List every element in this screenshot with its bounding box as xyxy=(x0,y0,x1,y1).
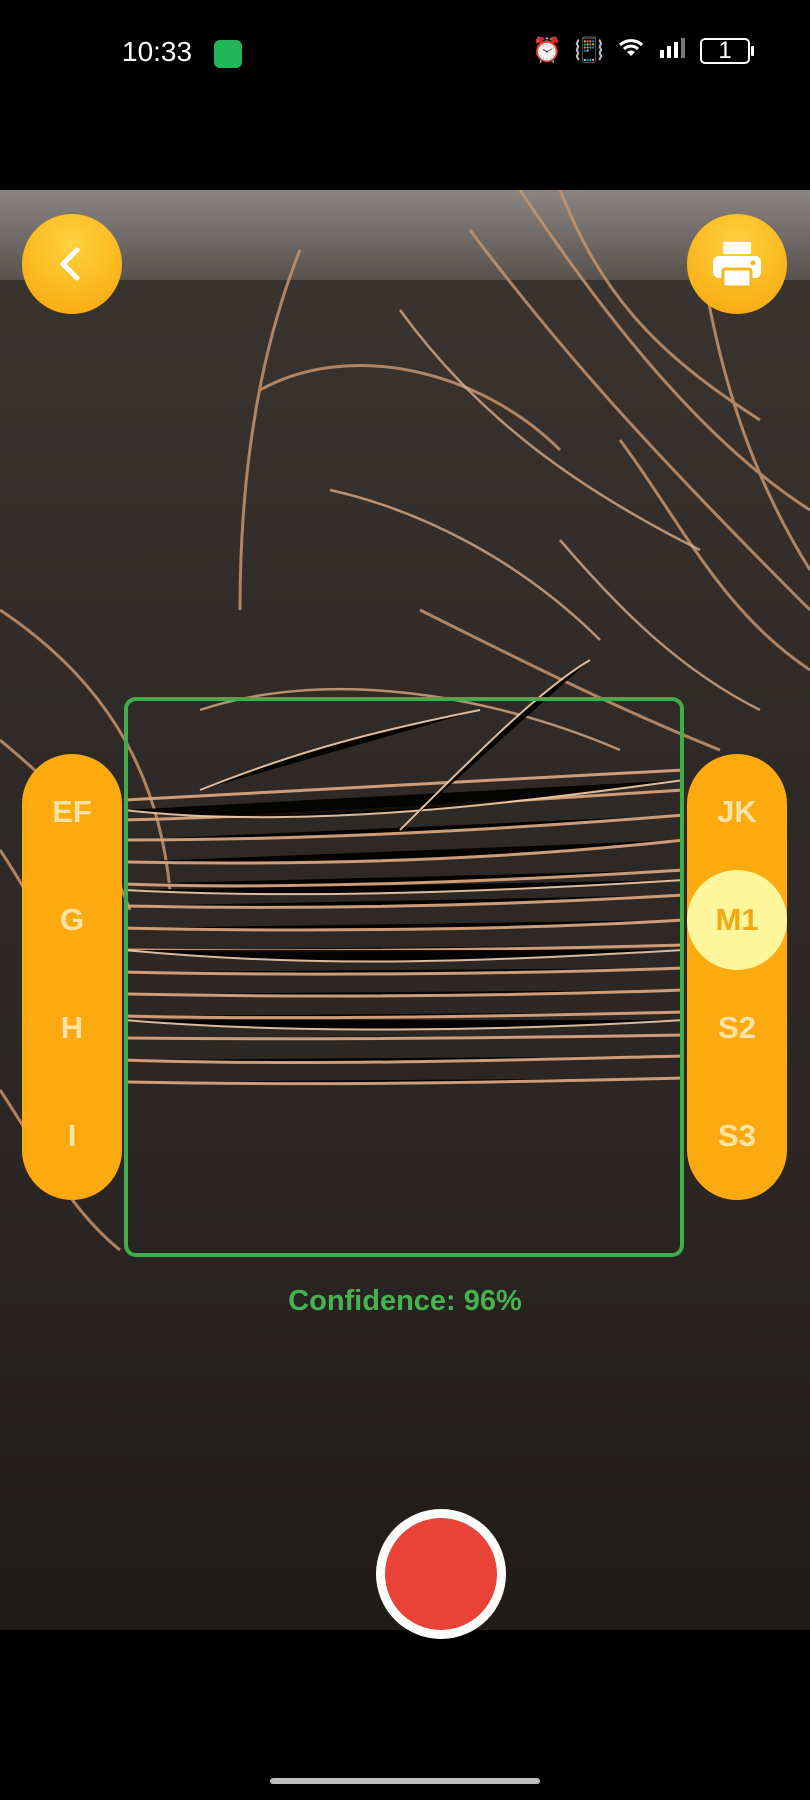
chevron-left-icon xyxy=(60,247,80,281)
app-badge-icon xyxy=(214,40,242,68)
grade-option-s2[interactable]: S2 xyxy=(687,978,787,1078)
grade-selector-right: JK M1 S2 S3 xyxy=(687,754,787,1200)
grade-option-h[interactable]: H xyxy=(22,978,122,1078)
capture-button[interactable] xyxy=(376,1509,506,1639)
print-button[interactable] xyxy=(687,214,787,314)
status-bar: 10:33 ⏰ 📳 1 xyxy=(0,0,810,110)
grade-selector-left: EF G H I xyxy=(22,754,122,1200)
wifi-icon xyxy=(616,36,646,65)
alarm-icon: ⏰ xyxy=(532,37,563,64)
status-icons: ⏰ 📳 1 xyxy=(532,36,754,65)
capture-button-inner xyxy=(385,1518,497,1630)
back-button[interactable] xyxy=(22,214,122,314)
confidence-label: Confidence: 96% xyxy=(288,1285,522,1317)
vibrate-icon: 📳 xyxy=(574,37,604,64)
battery-icon: 1 xyxy=(700,37,754,64)
home-indicator[interactable] xyxy=(270,1778,540,1784)
grade-option-s3[interactable]: S3 xyxy=(687,1086,787,1186)
grade-option-i[interactable]: I xyxy=(22,1086,122,1186)
detection-frame xyxy=(124,697,684,1257)
printer-icon xyxy=(713,242,761,289)
status-time: 10:33 xyxy=(122,36,193,67)
grade-option-jk[interactable]: JK xyxy=(687,762,787,862)
signal-icon xyxy=(658,36,688,65)
grade-option-g[interactable]: G xyxy=(22,870,122,970)
grade-option-ef[interactable]: EF xyxy=(22,762,122,862)
grade-option-m1-selected[interactable]: M1 xyxy=(687,870,787,970)
